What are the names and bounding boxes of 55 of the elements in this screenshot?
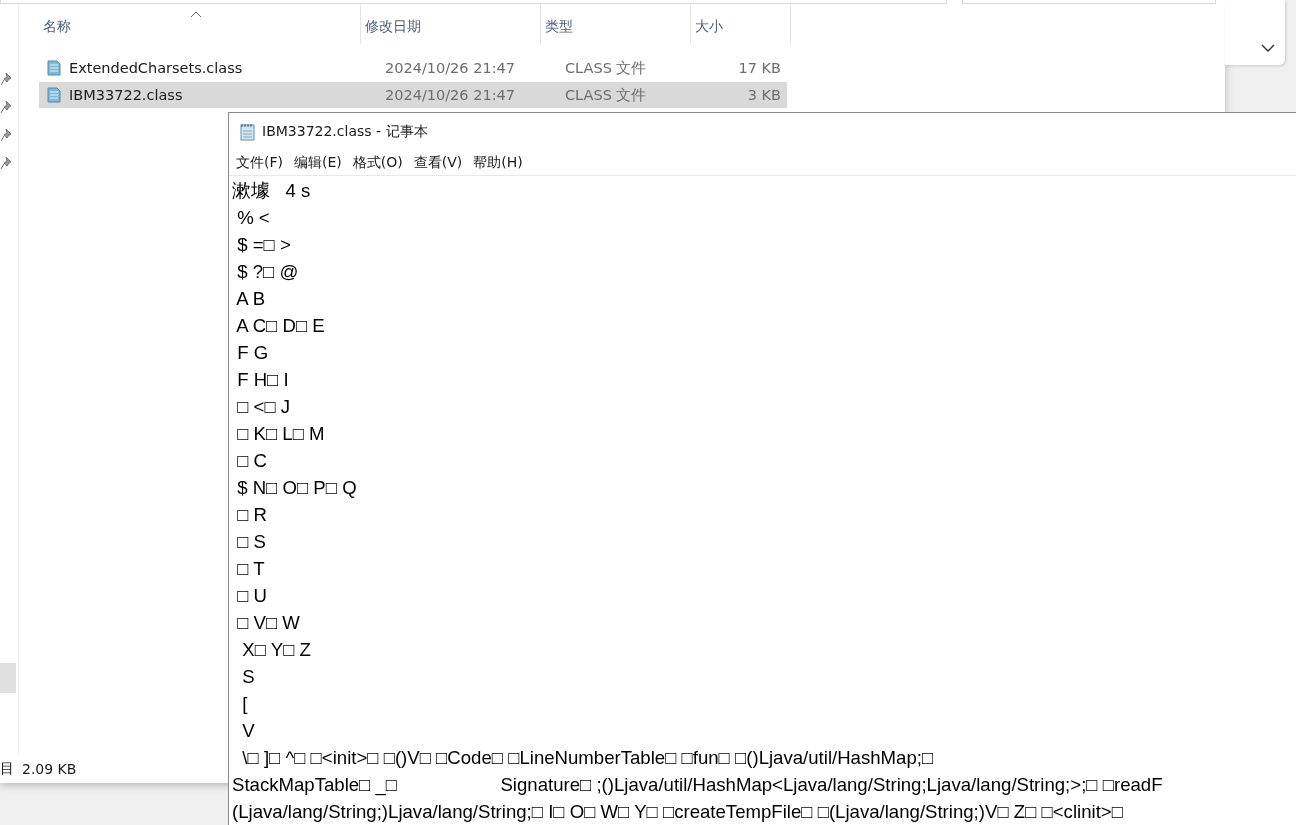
text-line: F G [236, 341, 270, 365]
window-title: IBM33722.class - 记事本 [262, 122, 428, 141]
text-line: □ U [236, 584, 268, 608]
text-line: □ T [236, 557, 266, 581]
text-line: A B [235, 287, 267, 311]
file-size: 3 KB [746, 87, 782, 103]
text-line: □ <□ J [236, 395, 292, 419]
text-line: □ C [236, 449, 268, 473]
item-count: 目 [0, 760, 14, 778]
menu-item[interactable]: 帮助(H) [469, 153, 530, 172]
text-line: StackMapTable□ _□ Signature□ ;()Ljava/util/HashMap<Ljava/lang/String;Ljava/lang/String;>;□ □readF [232, 773, 1164, 798]
text-line: $ ?□ @ [236, 260, 300, 284]
file-row[interactable]: IBM33722.class 2024/10/26 21:47 CLASS 文件 3 KB [39, 82, 787, 108]
text-line: S [241, 665, 256, 689]
text-line: $ N□ O□ P□ Q [236, 476, 358, 500]
text-line: F H□ I [236, 368, 290, 392]
selection-size: 2.09 KB [22, 761, 77, 777]
text-line: □ R [236, 503, 268, 527]
file-icon [45, 86, 63, 104]
file-row[interactable]: ExtendedCharsets.class 2024/10/26 21:47 CLASS 文件 17 KB [39, 55, 787, 81]
text-line: % < [236, 206, 271, 230]
file-name: IBM33722.class [68, 87, 184, 103]
file-type: CLASS 文件 [564, 85, 648, 105]
pin-icon[interactable] [0, 128, 12, 142]
text-line: X□ Y□ Z [241, 638, 312, 662]
text-line: A C□ D□ E [235, 314, 326, 338]
text-line: □ V□ W [236, 611, 301, 635]
menu-item[interactable]: 编辑(E) [290, 153, 349, 172]
text-line: $ =□ > [236, 233, 292, 257]
notepad-icon [239, 122, 256, 141]
column-header[interactable]: 名称 [39, 4, 361, 44]
menu-item[interactable]: 查看(V) [409, 153, 470, 172]
modified-date: 2024/10/26 21:47 [384, 60, 516, 76]
chevron-down-icon[interactable] [1261, 44, 1275, 52]
text-line: □ K□ L□ M [236, 422, 326, 446]
text-line: \□ ]□ ^□ □<init>□ □()V□ □Code□ □LineNumberTable□ □fun□ □()Ljava/util/HashMap;□ [241, 746, 935, 770]
column-header[interactable]: 类型 [541, 4, 691, 44]
pin-icon[interactable] [0, 72, 12, 86]
text-line: [ [241, 692, 249, 716]
column-header[interactable]: 大小 [691, 4, 791, 44]
text-line: 漱壉 4 s [232, 179, 312, 203]
pin-icon[interactable] [0, 100, 12, 114]
pin-icon[interactable] [0, 156, 12, 170]
text-line: (Ljava/lang/String;)Ljava/lang/String;□ I□ O□ W□ Y□ □createTempFile□ □(Ljava/lang/String;)V□ Z□ □<clinit>□ [232, 800, 1124, 824]
file-type: CLASS 文件 [564, 58, 648, 78]
text-line: V [241, 719, 256, 743]
text-line: □ S [236, 530, 267, 554]
file-name: ExtendedCharsets.class [68, 60, 244, 76]
menu-item[interactable]: 格式(O) [348, 153, 410, 172]
menu-item[interactable]: 文件(F) [232, 153, 290, 172]
column-header[interactable]: 修改日期 [361, 4, 541, 44]
file-icon [45, 59, 63, 77]
sort-caret-icon [189, 10, 202, 18]
modified-date: 2024/10/26 21:47 [384, 87, 516, 103]
file-size: 17 KB [737, 60, 782, 76]
